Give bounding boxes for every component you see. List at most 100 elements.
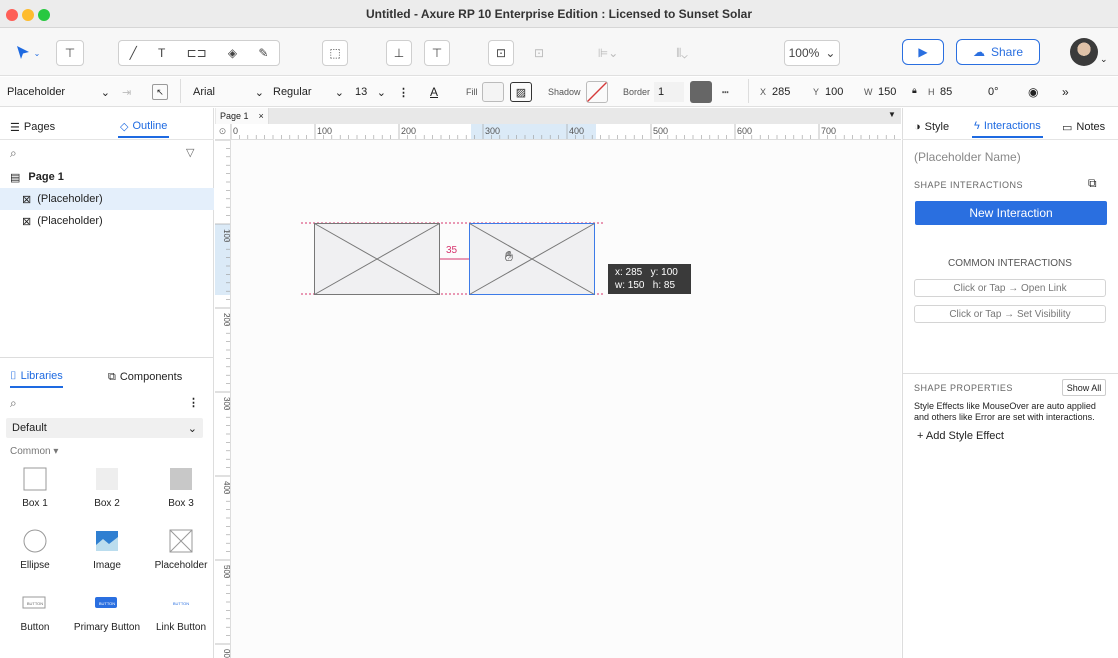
canvas[interactable]	[215, 108, 901, 658]
outline-page-row[interactable]: ▤ Page 1	[0, 166, 214, 188]
w-label: W	[864, 87, 873, 97]
pen-icon[interactable]: ✎	[258, 46, 268, 60]
font-family-select[interactable]: Arial ⌄	[188, 82, 264, 102]
placeholder-widget[interactable]	[314, 223, 440, 295]
widget-label: Ellipse	[20, 560, 50, 571]
library-group[interactable]: Common ▾	[10, 446, 58, 457]
fill-image-icon[interactable]: ▨	[510, 82, 532, 102]
ellipse-icon	[0, 526, 70, 556]
page-tab[interactable]: Page 1 ×	[216, 108, 269, 124]
tab-components[interactable]: ⧉ Components	[108, 366, 182, 388]
border-style-icon[interactable]: ┅	[722, 82, 729, 102]
ungroup-icon: ⊡	[533, 46, 545, 60]
share-button[interactable]: ☁ Share	[956, 39, 1040, 65]
fill-color-swatch[interactable]	[482, 82, 504, 102]
widget-label: Placeholder	[154, 560, 208, 571]
search-icon[interactable]: ⌕	[10, 146, 17, 161]
h-field[interactable]: 85	[938, 82, 976, 102]
tab-interactions[interactable]: ϟ Interactions	[972, 116, 1043, 138]
tab-notes[interactable]: ▭ Notes	[1062, 116, 1105, 138]
zoom-select[interactable]: 100% ⌄	[784, 40, 840, 66]
widget-type-value: Placeholder	[7, 86, 66, 98]
ungroup-button[interactable]: ⊡	[526, 40, 552, 66]
font-size-select[interactable]: 13 ⌄	[350, 82, 386, 102]
outline-item[interactable]: ⊠ (Placeholder)	[0, 188, 214, 210]
notes-icon: ▭	[1062, 121, 1073, 134]
show-all-button[interactable]: Show All	[1062, 379, 1106, 396]
ruler-corner-icon[interactable]: ⊙	[215, 124, 231, 140]
new-interaction-button[interactable]: New Interaction	[915, 201, 1107, 225]
tab-libraries[interactable]: ⌷ Libraries	[10, 366, 63, 388]
library-select[interactable]: Default ⌄	[6, 418, 203, 438]
common-interaction-button[interactable]: Click or Tap → Set Visibility	[914, 305, 1106, 323]
chevron-down-icon[interactable]: ⌄	[1100, 54, 1108, 65]
ruler-label: 700	[821, 126, 836, 136]
filter-icon[interactable]: ▽	[186, 146, 194, 159]
caret-down-icon[interactable]: ▼	[888, 110, 896, 119]
distribute-button[interactable]: ⫴⌄	[664, 40, 700, 66]
group-button[interactable]: ⊡	[488, 40, 514, 66]
library-widget-box3[interactable]: Box 3	[146, 464, 216, 509]
shadow-swatch[interactable]	[586, 81, 608, 103]
visibility-eye-icon[interactable]: ◉	[1028, 82, 1038, 102]
tooltip-line: x: 285 y: 100	[615, 267, 678, 278]
text-color-icon[interactable]: A	[430, 82, 438, 102]
tab-pages[interactable]: ☰ Pages	[10, 116, 55, 138]
library-widget-box2[interactable]: Box 2	[72, 464, 142, 509]
more-options-icon[interactable]: ⋮	[188, 396, 199, 409]
open-external-icon[interactable]: ⧉	[1088, 176, 1097, 191]
tab-outline-label: Outline	[132, 120, 168, 132]
add-style-effect-link[interactable]: + Add Style Effect	[917, 430, 1004, 442]
ruler-label: 500	[653, 126, 668, 136]
library-widget-placeholder[interactable]: Placeholder	[146, 526, 216, 571]
common-interaction-button[interactable]: Click or Tap → Open Link	[914, 279, 1106, 297]
library-widget-ellipse[interactable]: Ellipse	[0, 526, 70, 571]
tab-outline[interactable]: ◇ Outline	[118, 116, 170, 138]
close-icon[interactable]: ×	[259, 111, 264, 121]
style-editor-icon[interactable]: ↖	[152, 84, 168, 100]
lock-icon[interactable]: 🔒︎	[912, 80, 917, 100]
preview-button[interactable]: ▶	[902, 39, 944, 65]
tab-style[interactable]: ◑ Style	[914, 116, 949, 138]
library-widget-link-button[interactable]: BUTTON Link Button	[146, 588, 216, 633]
send-backward-button[interactable]: ⊤	[424, 40, 450, 66]
layers-icon[interactable]: ◈	[228, 46, 237, 60]
line-icon[interactable]: ╱	[130, 46, 137, 60]
font-weight-select[interactable]: Regular ⌄	[268, 82, 344, 102]
connector-tool-button[interactable]: ⊤	[56, 40, 84, 66]
x-field[interactable]: 285	[770, 82, 808, 102]
style-apply-icon[interactable]: ⇥	[122, 82, 131, 102]
align-button[interactable]: ⊫⌄	[590, 40, 626, 66]
outline-item[interactable]: ⊠ (Placeholder)	[0, 210, 214, 232]
points-button[interactable]: ⬚	[322, 40, 348, 66]
text-icon[interactable]: T	[158, 46, 165, 60]
points-icon: ⬚	[329, 46, 341, 60]
library-widget-image[interactable]: Image	[72, 526, 142, 571]
library-value: Default	[12, 422, 47, 434]
chevron-down-icon: ⌄	[100, 86, 110, 99]
border-color-swatch[interactable]	[690, 81, 712, 103]
library-widget-primary-button[interactable]: BUTTON Primary Button	[72, 588, 142, 633]
select-tool-button[interactable]: ⌄	[8, 40, 46, 66]
insert-tools-group[interactable]: ╱ T ⊏⊐ ◈ ✎	[118, 40, 280, 66]
widget-name-field[interactable]: (Placeholder Name)	[914, 150, 1021, 164]
widget-type-select[interactable]: Placeholder ⌄	[2, 82, 110, 102]
position-tooltip: x: 285 y: 100 w: 150 h: 85	[608, 264, 691, 294]
library-widget-button[interactable]: BUTTON Button	[0, 588, 70, 633]
placeholder-widget-selected[interactable]	[469, 223, 595, 295]
w-field[interactable]: 150	[876, 82, 906, 102]
box3-icon	[146, 464, 216, 494]
send-backward-icon: ⊤	[431, 46, 443, 60]
primary-button-icon: BUTTON	[72, 588, 142, 618]
ruler-label: 100	[317, 126, 332, 136]
widget-icon[interactable]: ⊏⊐	[187, 46, 207, 60]
library-widget-box1[interactable]: Box 1	[0, 464, 70, 509]
y-field[interactable]: 100	[823, 82, 859, 102]
border-width-field[interactable]: 1	[654, 82, 684, 102]
rotation-field[interactable]: 0°	[984, 82, 1020, 102]
avatar[interactable]	[1070, 38, 1098, 66]
more-props-icon[interactable]: »	[1062, 82, 1069, 102]
more-text-options-icon[interactable]: ⋮	[398, 82, 409, 102]
search-icon[interactable]: ⌕	[10, 396, 17, 411]
bring-forward-button[interactable]: ⊥	[386, 40, 412, 66]
